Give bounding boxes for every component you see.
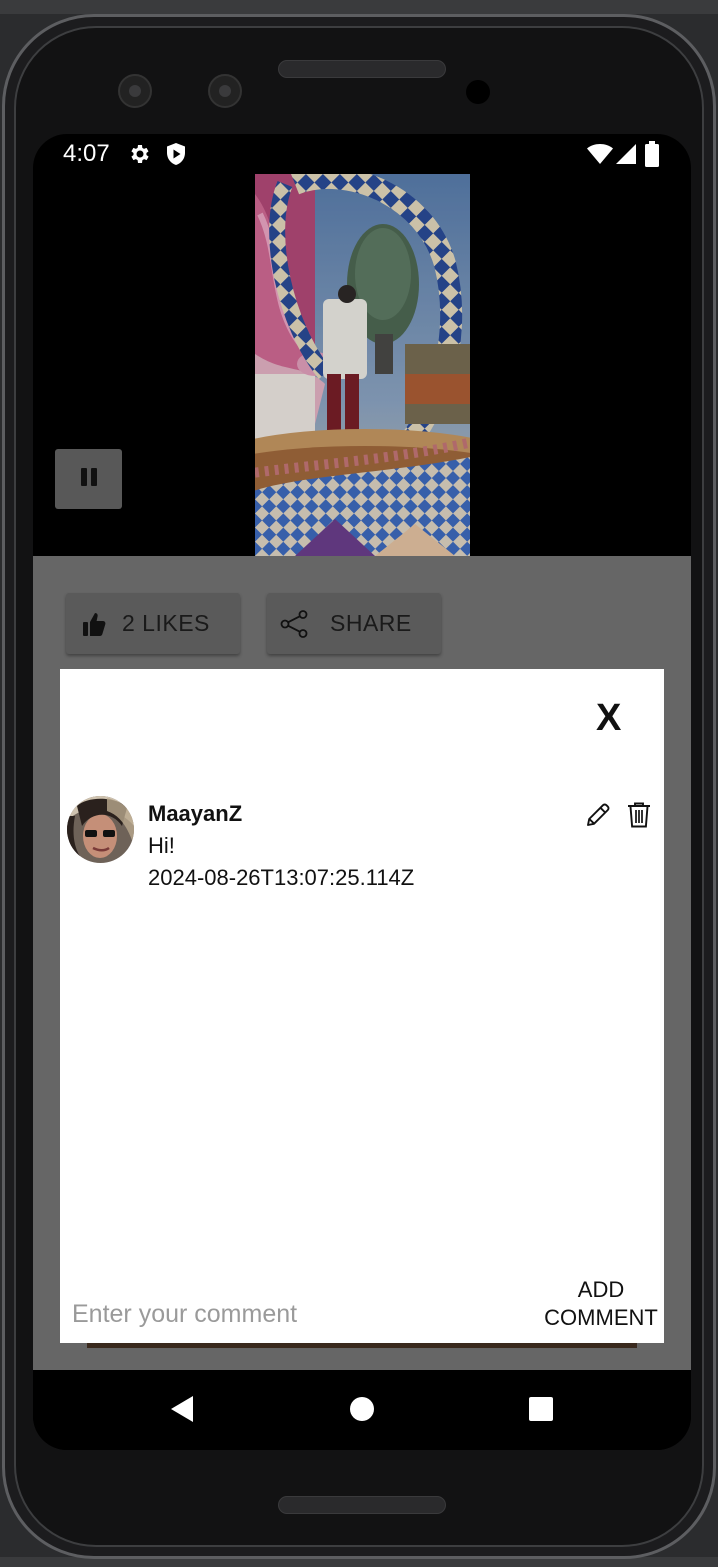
status-bar: 4:07 bbox=[33, 134, 691, 174]
add-comment-label-line1: ADD bbox=[577, 1277, 625, 1302]
close-button[interactable]: X bbox=[596, 697, 621, 740]
video-player[interactable] bbox=[33, 174, 691, 556]
like-button[interactable]: 2 LIKES bbox=[66, 593, 240, 654]
share-icon bbox=[280, 609, 308, 638]
front-camera-right bbox=[208, 74, 242, 108]
avatar[interactable] bbox=[67, 796, 134, 863]
comment-text: Hi! bbox=[148, 833, 175, 858]
window-top-strip bbox=[0, 0, 718, 14]
pause-button[interactable] bbox=[55, 449, 122, 509]
video-frame[interactable] bbox=[255, 174, 470, 556]
gear-icon bbox=[128, 142, 152, 171]
add-comment-button[interactable]: ADD COMMENT bbox=[538, 1276, 664, 1332]
edit-icon[interactable] bbox=[584, 801, 612, 834]
device-screen: 4:07 2 LIKES SHARE X MaayanZ Hi! 2024-08… bbox=[33, 134, 691, 1450]
bottom-speaker bbox=[278, 1496, 446, 1514]
comment-input[interactable] bbox=[72, 1297, 512, 1331]
top-speaker bbox=[278, 60, 446, 78]
home-circle-icon[interactable] bbox=[349, 1396, 375, 1427]
battery-icon bbox=[645, 141, 659, 172]
underlying-post-edge bbox=[87, 1343, 637, 1348]
comment-date: 2024-08-26T13:07:25.114Z bbox=[148, 865, 415, 890]
likes-label: 2 LIKES bbox=[122, 610, 210, 636]
share-button[interactable]: SHARE bbox=[267, 593, 441, 654]
shield-play-icon bbox=[165, 142, 187, 171]
thumbs-up-icon bbox=[82, 611, 106, 637]
add-comment-label-line2: COMMENT bbox=[544, 1305, 658, 1330]
comments-modal: X MaayanZ Hi! 2024-08-26T13:07:25.114Z E… bbox=[60, 669, 664, 1343]
comment-username[interactable]: MaayanZ bbox=[148, 801, 242, 827]
recents-square-icon[interactable] bbox=[528, 1396, 554, 1427]
wifi-icon bbox=[587, 143, 613, 170]
navigation-bar bbox=[33, 1370, 691, 1450]
share-label: SHARE bbox=[330, 610, 412, 636]
signal-icon bbox=[615, 143, 637, 170]
trash-icon[interactable] bbox=[626, 801, 652, 834]
pause-icon bbox=[78, 466, 100, 493]
front-camera-left bbox=[118, 74, 152, 108]
back-triangle-icon[interactable] bbox=[169, 1394, 195, 1429]
proximity-sensor bbox=[466, 80, 490, 104]
status-time: 4:07 bbox=[63, 140, 110, 167]
